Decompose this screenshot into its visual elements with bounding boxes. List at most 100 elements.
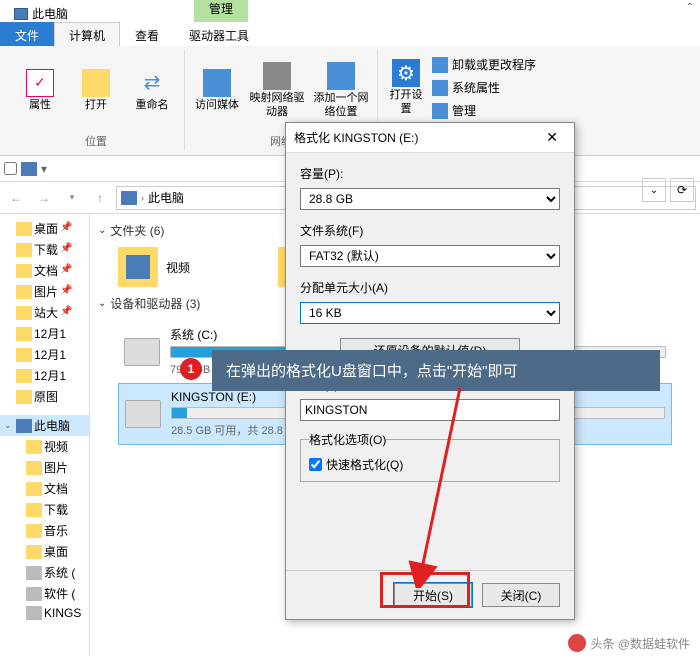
open-button[interactable]: 打开 (72, 50, 120, 131)
item-icon (26, 587, 42, 601)
item-icon (26, 545, 42, 559)
forward-button[interactable]: → (32, 186, 56, 210)
tab-computer[interactable]: 计算机 (54, 22, 120, 46)
filesystem-label: 文件系统(F) (300, 222, 560, 239)
filesystem-select[interactable]: FAT32 (默认) (300, 245, 560, 267)
uninstall-icon (432, 57, 448, 73)
map-drive-icon (263, 62, 291, 90)
pc-icon (16, 419, 32, 433)
avatar-icon (568, 634, 586, 652)
folder-icon (16, 243, 32, 257)
item-icon (26, 524, 42, 538)
folder-item[interactable]: 视频 (118, 247, 258, 287)
open-icon (82, 69, 110, 97)
tree-item[interactable]: 下载📌 (0, 239, 89, 260)
chevron-down-icon: ⌄ (98, 298, 106, 309)
rename-button[interactable]: ⇄ 重命名 (128, 50, 176, 131)
sys-props-button[interactable]: 系统属性 (430, 77, 538, 98)
item-icon (26, 503, 42, 517)
select-checkbox[interactable] (4, 162, 17, 175)
ribbon-collapse-icon[interactable]: ⌃ (680, 0, 700, 15)
volume-input[interactable] (300, 399, 560, 421)
nav-tree[interactable]: 桌面📌下载📌文档📌图片📌站大📌12月112月112月1原图 ⌄ 此电脑 视频图片… (0, 214, 90, 656)
video-folder-icon (118, 247, 158, 287)
capacity-label: 容量(P): (300, 165, 560, 182)
tree-item[interactable]: 视频 (0, 436, 89, 457)
window-title: 此电脑 (32, 5, 68, 22)
folder-icon (16, 348, 32, 362)
pin-icon: 📌 (60, 243, 76, 257)
item-icon (26, 440, 42, 454)
up-button[interactable]: ↑ (88, 186, 112, 210)
close-icon[interactable]: ✕ (538, 129, 566, 146)
uninstall-button[interactable]: 卸载或更改程序 (430, 54, 538, 75)
tree-item[interactable]: KINGS (0, 604, 89, 622)
pc-icon-small (121, 191, 137, 205)
tab-file[interactable]: 文件 (0, 22, 54, 46)
capacity-select[interactable]: 28.8 GB (300, 188, 560, 210)
media-icon (203, 69, 231, 97)
back-button[interactable]: ← (4, 186, 28, 210)
qat-dropdown-icon[interactable]: ▾ (41, 162, 47, 176)
properties-icon: ✓ (26, 69, 54, 97)
tree-item[interactable]: 文档 (0, 478, 89, 499)
item-icon (26, 461, 42, 475)
dialog-buttons: 开始(S) 关闭(C) (286, 570, 574, 619)
addr-dropdown[interactable]: ⌄ (642, 178, 666, 202)
breadcrumb-location[interactable]: 此电脑 (148, 189, 184, 206)
tree-item[interactable]: 软件 ( (0, 583, 89, 604)
folder-icon (16, 327, 32, 341)
tree-item[interactable]: 文档📌 (0, 260, 89, 281)
refresh-button[interactable]: ⟳ (670, 178, 694, 202)
item-icon (26, 566, 42, 580)
start-button[interactable]: 开始(S) (394, 583, 472, 607)
pin-icon: 📌 (60, 285, 76, 299)
manage-button[interactable]: 管理 (430, 100, 538, 121)
history-dropdown[interactable]: ▾ (60, 186, 84, 210)
dialog-titlebar[interactable]: 格式化 KINGSTON (E:) ✕ (286, 123, 574, 153)
map-drive-button[interactable]: 映射网络驱动器 (249, 50, 305, 131)
tree-item[interactable]: 图片 (0, 457, 89, 478)
tree-item[interactable]: 桌面 (0, 541, 89, 562)
drive-icon (124, 338, 160, 366)
folder-icon (16, 285, 32, 299)
tree-item[interactable]: 音乐 (0, 520, 89, 541)
add-net-button[interactable]: 添加一个网络位置 (313, 50, 369, 131)
tree-item[interactable]: 12月1 (0, 323, 89, 344)
pc-small-icon (21, 162, 37, 176)
folder-icon (16, 222, 32, 236)
tree-item[interactable]: 下载 (0, 499, 89, 520)
tree-item[interactable]: 系统 ( (0, 562, 89, 583)
close-button[interactable]: 关闭(C) (482, 583, 560, 607)
tab-view[interactable]: 查看 (120, 22, 174, 46)
access-media-button[interactable]: 访问媒体 (193, 50, 241, 131)
format-options-group: 格式化选项(O) 快速格式化(Q) (300, 431, 560, 482)
ribbon-tabs: 文件 计算机 查看 驱动器工具 (0, 22, 700, 46)
quick-format-checkbox[interactable]: 快速格式化(Q) (309, 456, 551, 473)
pin-icon: 📌 (60, 222, 76, 236)
properties-button[interactable]: ✓ 属性 (16, 50, 64, 131)
tree-item[interactable]: 图片📌 (0, 281, 89, 302)
alloc-select[interactable]: 16 KB (300, 302, 560, 324)
tree-item[interactable]: 12月1 (0, 344, 89, 365)
manage-context-tab[interactable]: 管理 (194, 0, 248, 22)
pin-icon: 📌 (60, 306, 76, 320)
folder-icon (16, 369, 32, 383)
tree-item[interactable]: 原图 (0, 386, 89, 407)
tree-item[interactable]: 12月1 (0, 365, 89, 386)
tab-drive-tools[interactable]: 驱动器工具 (174, 22, 264, 46)
window-tabs: 此电脑 管理 (0, 0, 700, 22)
annotation-badge: 1 (180, 358, 202, 380)
sys-props-icon (432, 80, 448, 96)
item-icon (26, 482, 42, 496)
tree-item[interactable]: 站大📌 (0, 302, 89, 323)
alloc-label: 分配单元大小(A) (300, 279, 560, 296)
tree-item[interactable]: 桌面📌 (0, 218, 89, 239)
pc-icon (14, 8, 28, 20)
tree-this-pc[interactable]: ⌄ 此电脑 (0, 415, 89, 436)
folder-icon (16, 264, 32, 278)
dialog-title: 格式化 KINGSTON (E:) (294, 129, 538, 146)
collapse-icon[interactable]: ⌄ (4, 420, 14, 431)
open-settings-button[interactable]: ⚙ 打开设置 (386, 50, 426, 125)
add-net-icon (327, 62, 355, 90)
